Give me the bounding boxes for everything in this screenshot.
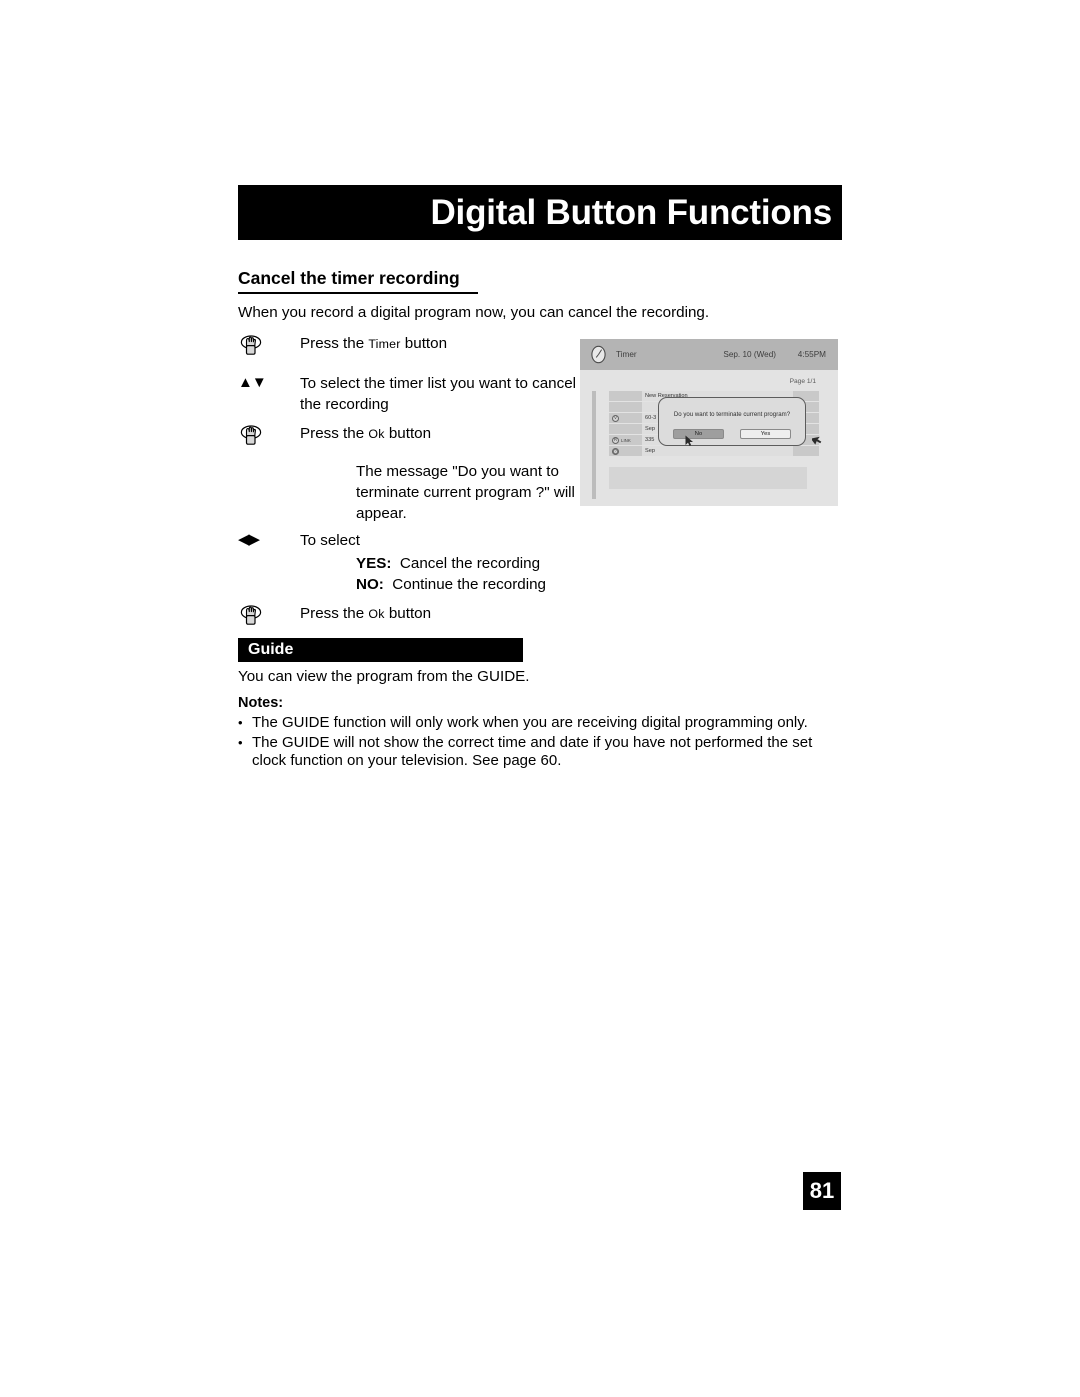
row-icon-cell bbox=[609, 446, 642, 456]
page-title: Digital Button Functions bbox=[430, 193, 832, 232]
no-label: NO: bbox=[356, 576, 384, 593]
no-option-line: NO: Continue the recording bbox=[356, 575, 583, 594]
step-press-timer: Press the Timer button bbox=[238, 333, 583, 365]
dialog-no-button[interactable]: No bbox=[673, 429, 724, 439]
v-chip-icon: V bbox=[612, 414, 619, 422]
page-number-badge: 81 bbox=[803, 1172, 841, 1210]
press-button-hand-icon bbox=[238, 334, 264, 365]
row-icon-cell: R LINK bbox=[609, 435, 642, 445]
section-heading: Cancel the timer recording bbox=[238, 268, 478, 294]
dialog-message: Do you want to terminate current program… bbox=[673, 411, 791, 418]
step-text: Press the Ok button bbox=[300, 603, 583, 625]
tv-page-indicator: Page 1/1 bbox=[789, 378, 816, 385]
no-description: Continue the recording bbox=[392, 576, 546, 593]
step-press-ok-1: Press the Ok button bbox=[238, 423, 583, 455]
notes-heading: Notes: bbox=[238, 695, 284, 711]
small-clock-icon bbox=[612, 447, 619, 455]
page-header-bar: Digital Button Functions bbox=[238, 185, 842, 240]
step-text: To select bbox=[300, 532, 360, 549]
step-select-timer-list: ▲▼ To select the timer list you want to … bbox=[238, 373, 583, 415]
step-marker-hand bbox=[238, 333, 300, 365]
message-note: The message "Do you want to terminate cu… bbox=[356, 463, 575, 522]
row-icon-cell bbox=[609, 391, 642, 401]
link-label: LINK bbox=[621, 437, 631, 443]
notes-list: • The GUIDE function will only work when… bbox=[238, 714, 843, 772]
yes-option-line: YES: Cancel the recording bbox=[356, 554, 583, 573]
table-row[interactable]: Sep bbox=[609, 446, 819, 456]
guide-description: You can view the program from the GUIDE. bbox=[238, 668, 530, 685]
tv-date-label: Sep. 10 (Wed) bbox=[723, 350, 776, 359]
tv-menu-title: Timer bbox=[616, 350, 637, 359]
list-item: • The GUIDE function will only work when… bbox=[238, 714, 843, 733]
yes-description: Cancel the recording bbox=[399, 555, 541, 572]
guide-section-label: Guide bbox=[248, 641, 294, 658]
tv-footer-panel bbox=[609, 467, 807, 489]
r-chip-icon: R bbox=[612, 436, 619, 444]
tv-scrollbar[interactable] bbox=[592, 391, 596, 499]
tv-screen-mockup: Timer Sep. 10 (Wed) 4:55PM Page 1/1 New … bbox=[580, 339, 838, 506]
up-down-arrows-icon: ▲▼ bbox=[238, 374, 267, 391]
terminate-dialog: Do you want to terminate current program… bbox=[658, 397, 806, 446]
step-marker-leftright: ◀▶ bbox=[238, 530, 300, 549]
press-button-hand-icon bbox=[238, 604, 264, 635]
row-icon-cell bbox=[609, 424, 642, 434]
row-icon-cell: V bbox=[609, 413, 642, 423]
step-text-suffix: button bbox=[384, 605, 432, 622]
step-select-yes-no: ◀▶ To select bbox=[238, 530, 583, 552]
list-item: • The GUIDE will not show the correct ti… bbox=[238, 734, 843, 771]
step-text: Press the Timer button bbox=[300, 333, 583, 355]
step-text-button-name: Timer bbox=[368, 337, 401, 351]
mouse-pointer-icon bbox=[685, 434, 695, 452]
step-text-button-name: Ok bbox=[368, 607, 385, 621]
step-text: To select the timer list you want to can… bbox=[300, 375, 577, 413]
left-right-arrows-icon: ◀▶ bbox=[238, 531, 260, 548]
guide-section-bar: Guide bbox=[238, 638, 523, 662]
step-text-prefix: Press the bbox=[300, 425, 369, 442]
step-marker-updown: ▲▼ bbox=[238, 373, 300, 392]
step-text-prefix: Press the bbox=[300, 335, 369, 352]
bullet-icon: • bbox=[238, 715, 243, 730]
timer-clock-icon bbox=[590, 345, 607, 364]
note-text: The GUIDE will not show the correct time… bbox=[252, 733, 813, 770]
row-label: Sep bbox=[642, 446, 793, 456]
steps-list: Press the Timer button ▲▼ To select the … bbox=[238, 333, 583, 637]
step-text-prefix: Press the bbox=[300, 605, 369, 622]
tv-time-label: 4:55PM bbox=[797, 350, 826, 359]
step-marker-hand bbox=[238, 603, 300, 635]
step-text-button-name: Ok bbox=[368, 427, 385, 441]
yes-label: YES: bbox=[356, 555, 392, 572]
step-marker-hand bbox=[238, 423, 300, 455]
bullet-icon: • bbox=[238, 734, 243, 750]
intro-paragraph: When you record a digital program now, y… bbox=[238, 304, 710, 321]
arrow-right-indicator-icon bbox=[810, 432, 823, 450]
row-icon-cell bbox=[609, 402, 642, 412]
dialog-yes-button[interactable]: Yes bbox=[740, 429, 791, 439]
step-text: Press the Ok button bbox=[300, 423, 583, 445]
step-text-suffix: button bbox=[384, 425, 432, 442]
step-press-ok-2: Press the Ok button bbox=[238, 603, 583, 635]
note-text: The GUIDE function will only work when y… bbox=[252, 714, 808, 731]
step-text-suffix: button bbox=[400, 335, 448, 352]
press-button-hand-icon bbox=[238, 424, 264, 455]
